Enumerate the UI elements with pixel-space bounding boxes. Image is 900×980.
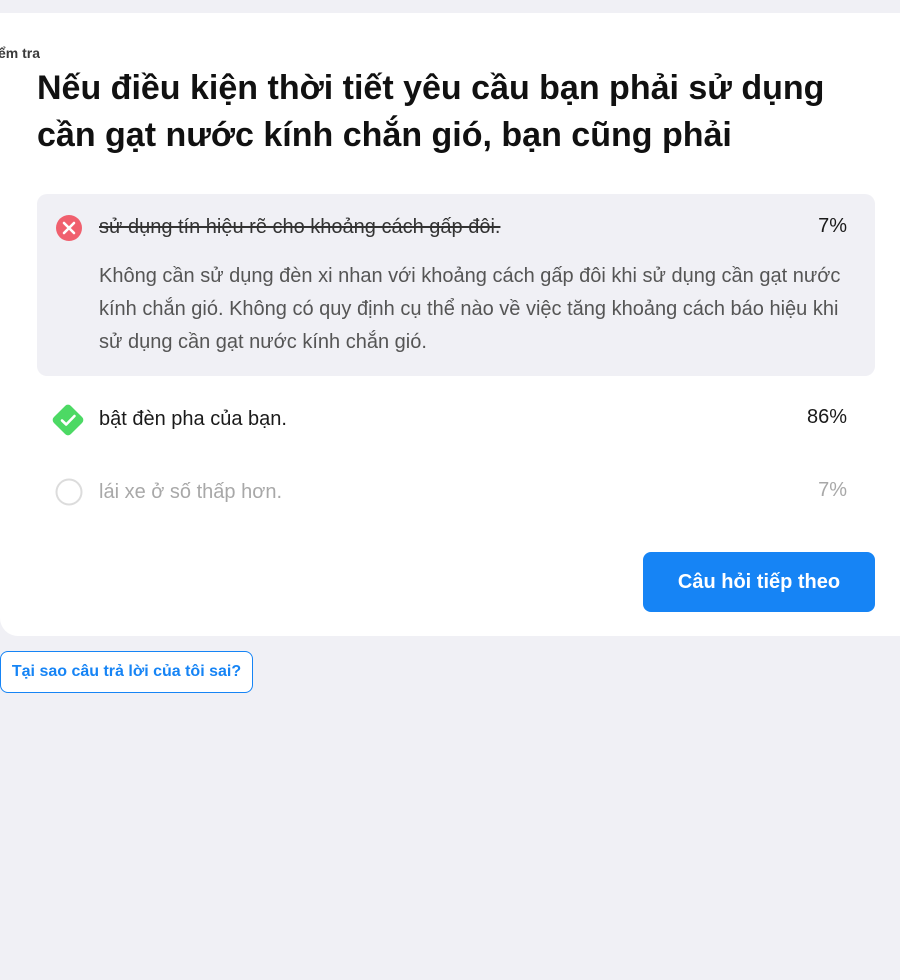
x-circle-icon	[56, 215, 82, 241]
question-title: Nếu điều kiện thời tiết yêu cầu bạn phải…	[37, 69, 825, 154]
answer-percent: 7%	[818, 479, 847, 501]
answer-text: lái xe ở số thấp hơn.	[99, 481, 282, 503]
answer-option-2[interactable]: bật đèn pha của bạn. 86%	[37, 395, 875, 443]
answer-explanation: Không cần sử dụng đèn xi nhan với khoảng…	[99, 265, 841, 353]
answer-option-3[interactable]: lái xe ở số thấp hơn. 7%	[37, 469, 875, 517]
answer-percent: 86%	[806, 406, 847, 428]
empty-circle-icon	[55, 478, 83, 506]
check-diamond-icon	[52, 404, 84, 436]
next-question-button[interactable]: Câu hỏi tiếp theo	[643, 552, 875, 612]
answer-option-1[interactable]: sử dụng tín hiệu rẽ cho khoảng cách gấp …	[37, 194, 875, 376]
answer-text: sử dụng tín hiệu rẽ cho khoảng cách gấp …	[99, 216, 501, 238]
why-wrong-button[interactable]: Tại sao câu trả lời của tôi sai?	[0, 651, 253, 693]
answer-percent: 7%	[818, 215, 847, 237]
answer-text: bật đèn pha của bạn.	[99, 408, 287, 430]
breadcrumb[interactable]: Kiểm tra	[0, 45, 40, 61]
question-card: Kiểm tra Nếu điều kiện thời tiết yêu cầu…	[0, 13, 900, 636]
